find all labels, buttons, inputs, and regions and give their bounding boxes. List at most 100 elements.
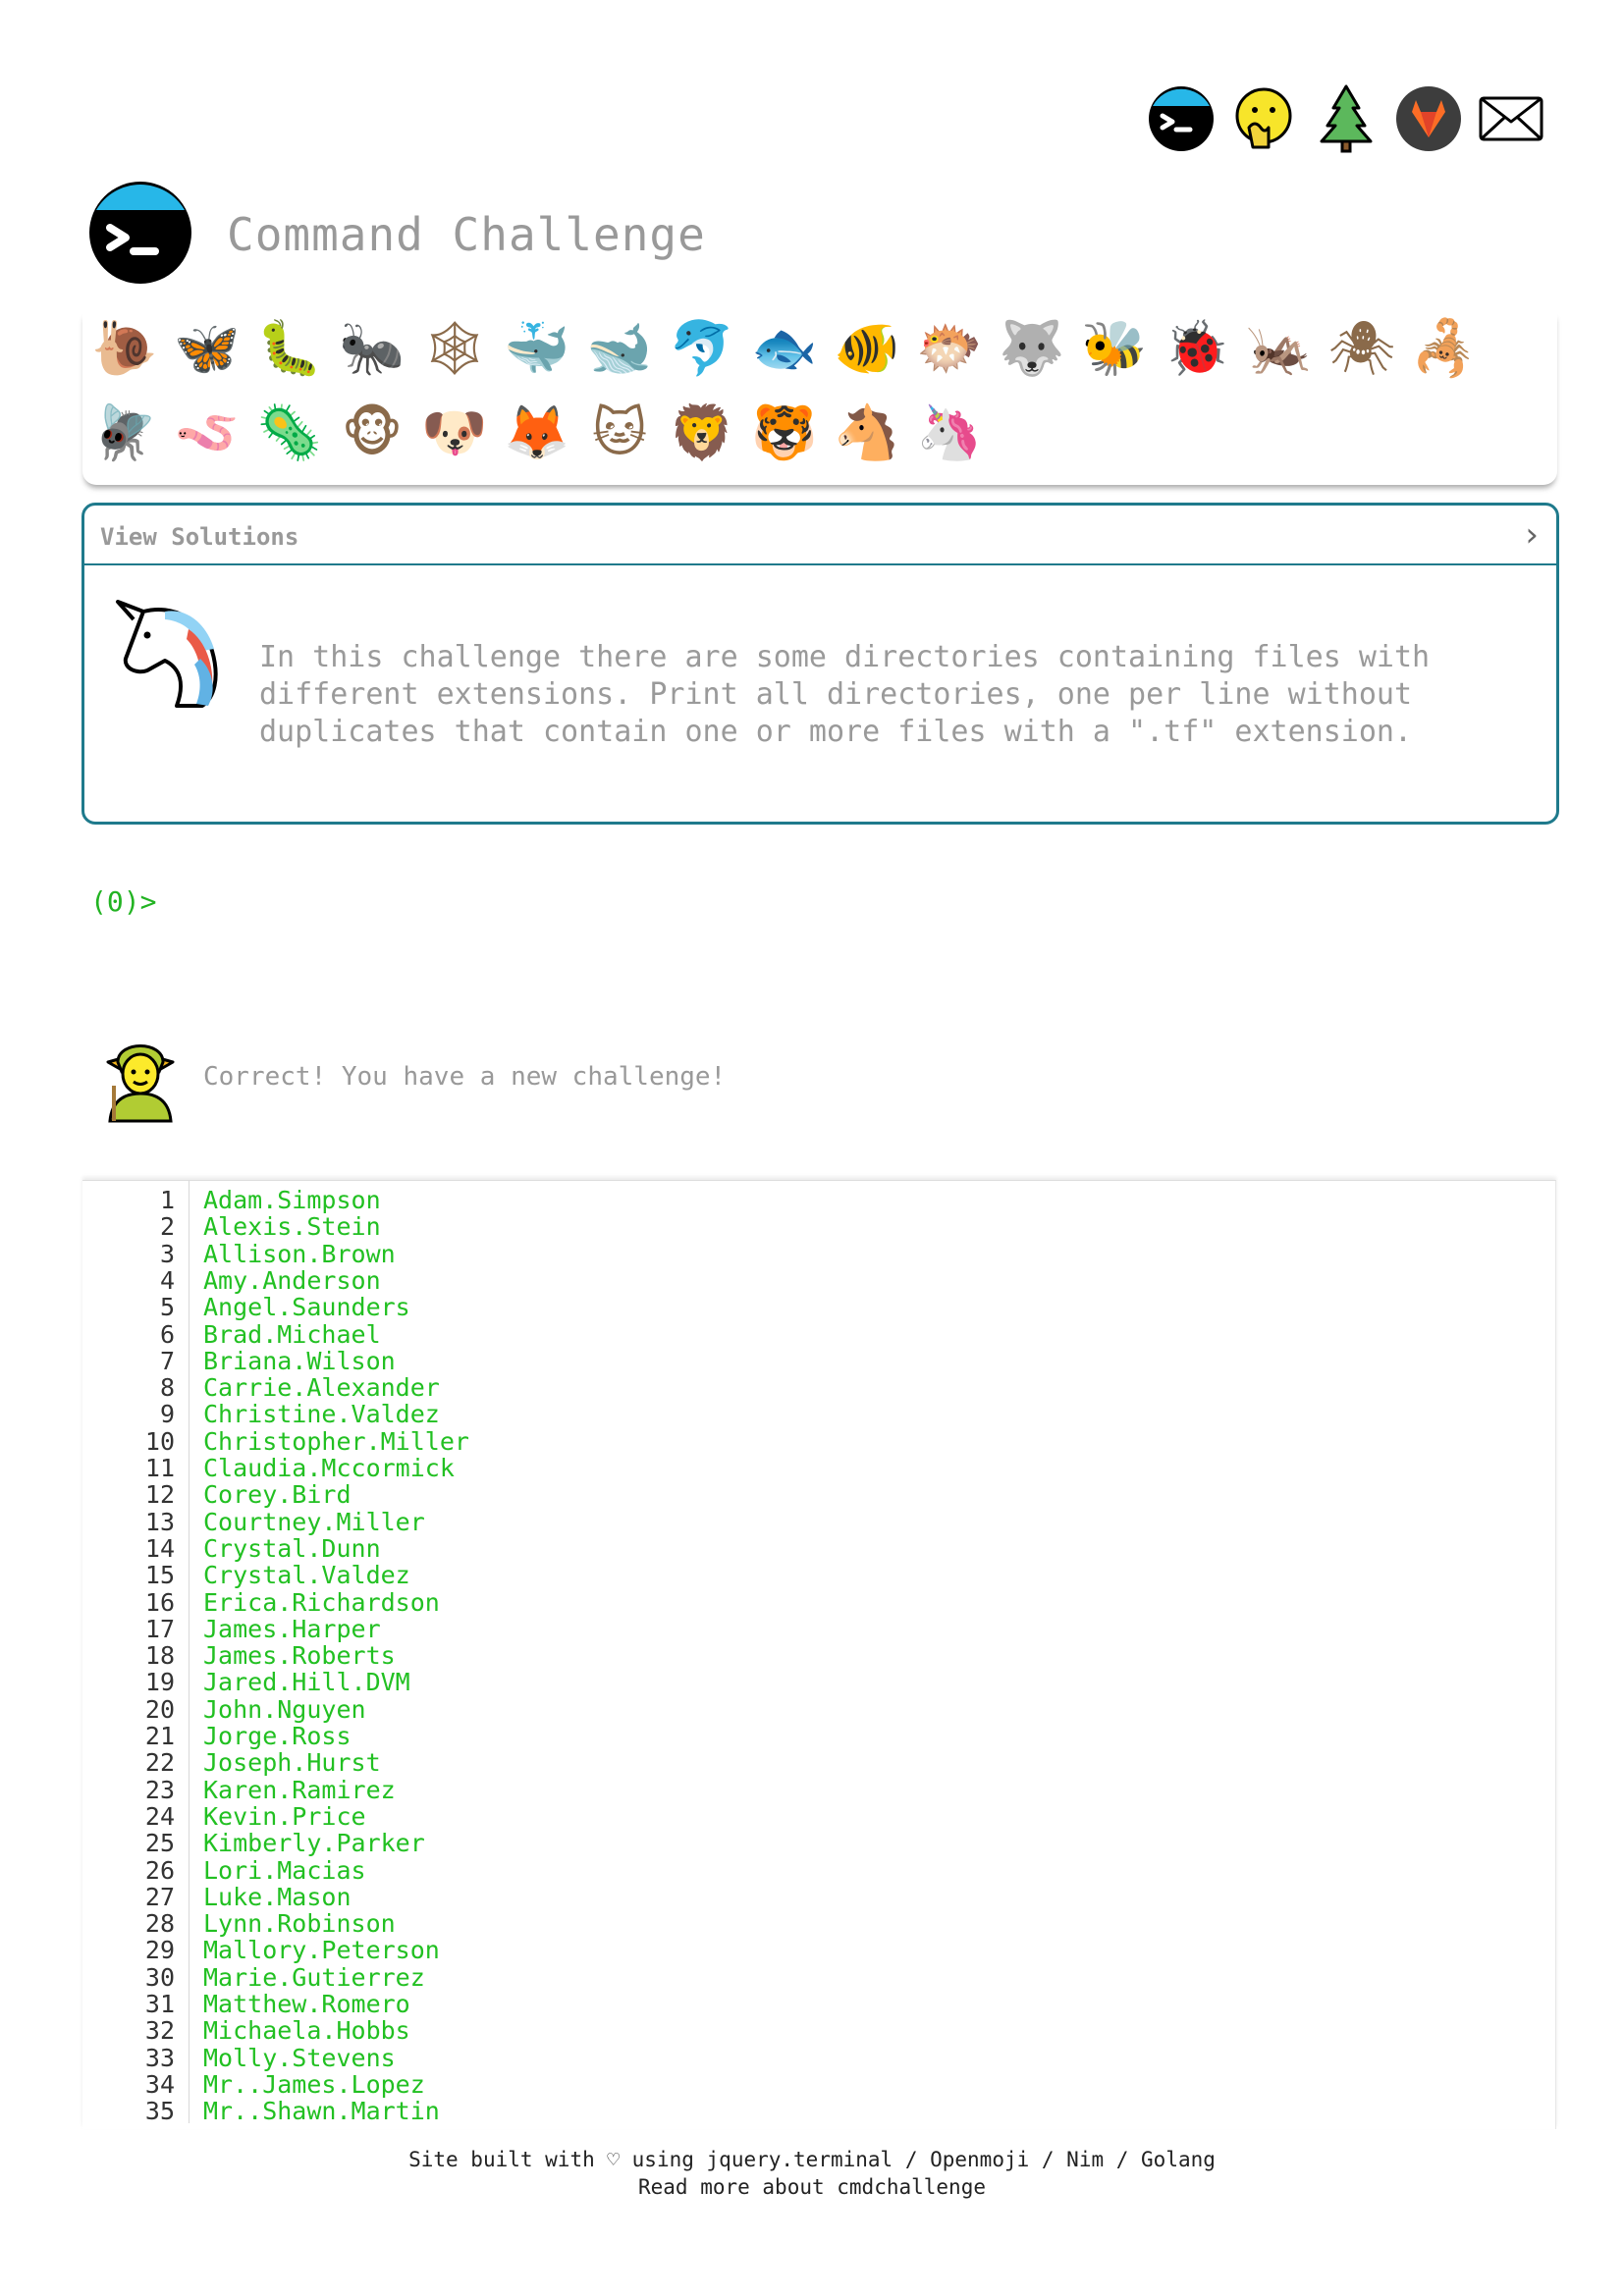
dog-icon[interactable]: 🐶 xyxy=(418,397,491,469)
line-value: James.Harper xyxy=(203,1614,381,1643)
output-line: 16 Erica.Richardson xyxy=(82,1589,1555,1616)
line-value: Amy.Anderson xyxy=(203,1265,381,1295)
snail-icon[interactable]: 🐌 xyxy=(88,312,161,385)
line-number: 1 xyxy=(159,1186,175,1214)
status-message: Correct! You have a new challenge! xyxy=(203,1062,727,1092)
output-line: 35 Mr..Shawn.Martin xyxy=(82,2098,1555,2123)
line-value: Mr..James.Lopez xyxy=(203,2069,425,2099)
output-line: 11 Claudia.Mccormick xyxy=(82,1455,1555,1481)
line-value: Alexis.Stein xyxy=(203,1212,381,1242)
chevron-right-icon[interactable]: › xyxy=(1525,515,1539,555)
line-value: Corey.Bird xyxy=(203,1480,352,1510)
line-number: 22 xyxy=(144,1748,175,1778)
worm-icon[interactable]: 🪱 xyxy=(171,397,244,469)
output-line: 25 Kimberly.Parker xyxy=(82,1830,1555,1856)
footer-about-link[interactable]: Read more about cmdchallenge xyxy=(0,2173,1624,2201)
command-output[interactable]: 1 Adam.Simpson 2 Alexis.Stein 3 Allison.Brown… xyxy=(82,1180,1556,2129)
output-line: 23 Karen.Ramirez xyxy=(82,1777,1555,1803)
output-line: 31 Matthew.Romero xyxy=(82,1991,1555,2017)
output-lines: 1 Adam.Simpson 2 Alexis.Stein 3 Allison.Brown… xyxy=(82,1181,1555,2123)
gitlab-icon[interactable] xyxy=(1394,84,1463,153)
butterfly-icon[interactable]: 🦋 xyxy=(171,312,244,385)
face-with-hand-over-mouth-icon[interactable] xyxy=(1229,84,1298,153)
blowfish-icon[interactable]: 🐡 xyxy=(913,312,986,385)
bee-icon[interactable]: 🐝 xyxy=(1078,312,1151,385)
cat-icon[interactable]: 🐱 xyxy=(583,397,656,469)
challenge-panel: View Solutions › In this challenge there… xyxy=(81,503,1559,825)
unicorn-icon[interactable]: 🦄 xyxy=(913,397,986,469)
fly-icon[interactable]: 🪰 xyxy=(88,397,161,469)
line-number: 34 xyxy=(144,2069,175,2099)
challenge-progress-grid: 🐌 🦋 🐛 🐜 🕸 🐳 🐋 🐬 🐟 🐠 🐡 🐺 🐝 🐞 🦗 🕷 🦂 🪰 🪱 🦠 🐵 🐶 🦊 🐱 🦁 🐯 🐴 🦄 xyxy=(82,312,1557,485)
tropical-fish-icon[interactable]: 🐠 xyxy=(831,312,903,385)
line-value: Karen.Ramirez xyxy=(203,1775,396,1804)
ant-icon[interactable]: 🐜 xyxy=(336,312,408,385)
line-value: Crystal.Valdez xyxy=(203,1561,410,1590)
lion-icon[interactable]: 🦁 xyxy=(666,397,738,469)
terminal-prompt[interactable]: (0)> xyxy=(90,885,156,918)
line-number: 29 xyxy=(144,1936,175,1965)
whale-icon[interactable]: 🐋 xyxy=(583,312,656,385)
line-value: Carrie.Alexander xyxy=(203,1373,440,1403)
line-number: 10 xyxy=(144,1426,175,1456)
horse-icon[interactable]: 🐴 xyxy=(831,397,903,469)
line-value: Erica.Richardson xyxy=(203,1587,440,1617)
line-number: 23 xyxy=(144,1775,175,1804)
envelope-icon[interactable] xyxy=(1477,84,1545,153)
line-number: 33 xyxy=(144,2043,175,2072)
footer: Site built with ♡ using jquery.terminal … xyxy=(0,2146,1624,2201)
output-line: 33 Molly.Stevens xyxy=(82,2045,1555,2071)
line-number: 19 xyxy=(144,1668,175,1697)
line-value: Matthew.Romero xyxy=(203,1990,410,2018)
microbe-icon[interactable]: 🦠 xyxy=(253,397,326,469)
output-line: 28 Lynn.Robinson xyxy=(82,1910,1555,1937)
fish-icon[interactable]: 🐟 xyxy=(748,312,821,385)
output-line: 21 Jorge.Ross xyxy=(82,1723,1555,1749)
line-number: 26 xyxy=(144,1855,175,1885)
ladybug-icon[interactable]: 🐞 xyxy=(1161,312,1233,385)
line-number: 24 xyxy=(144,1801,175,1831)
line-number: 9 xyxy=(159,1400,175,1429)
line-value: Brad.Michael xyxy=(203,1319,381,1349)
wolf-icon[interactable]: 🐺 xyxy=(996,312,1068,385)
line-number: 2 xyxy=(159,1212,175,1242)
fox-icon[interactable]: 🦊 xyxy=(501,397,573,469)
tiger-icon[interactable]: 🐯 xyxy=(748,397,821,469)
output-line: 26 Lori.Macias xyxy=(82,1857,1555,1884)
line-value: Christopher.Miller xyxy=(203,1426,469,1456)
output-line: 4 Amy.Anderson xyxy=(82,1267,1555,1294)
line-value: Lori.Macias xyxy=(203,1855,366,1885)
animal-row-1: 🐌 🦋 🐛 🐜 🕸 🐳 🐋 🐬 🐟 🐠 🐡 🐺 🐝 🐞 🦗 🕷 🦂 xyxy=(88,312,1490,385)
spouting-whale-icon[interactable]: 🐳 xyxy=(501,312,573,385)
line-number: 6 xyxy=(159,1319,175,1349)
terminal-logo-icon[interactable] xyxy=(88,181,192,285)
output-line: 29 Mallory.Peterson xyxy=(82,1937,1555,1963)
output-line: 17 James.Harper xyxy=(82,1616,1555,1642)
line-number: 17 xyxy=(144,1614,175,1643)
line-number: 18 xyxy=(144,1641,175,1671)
line-number: 20 xyxy=(144,1694,175,1724)
evergreen-tree-icon[interactable] xyxy=(1312,84,1380,153)
line-number: 31 xyxy=(144,1990,175,2018)
line-value: Marie.Gutierrez xyxy=(203,1962,425,1992)
dolphin-icon[interactable]: 🐬 xyxy=(666,312,738,385)
footer-credits[interactable]: Site built with ♡ using jquery.terminal … xyxy=(0,2146,1624,2173)
line-number: 5 xyxy=(159,1293,175,1322)
line-value: James.Roberts xyxy=(203,1641,396,1671)
spider-web-icon[interactable]: 🕸 xyxy=(418,312,491,385)
output-line: 8 Carrie.Alexander xyxy=(82,1374,1555,1401)
view-solutions-label[interactable]: View Solutions xyxy=(100,523,298,551)
output-line: 18 James.Roberts xyxy=(82,1642,1555,1669)
view-solutions-header[interactable]: View Solutions › xyxy=(84,506,1556,565)
unicorn-icon xyxy=(116,600,218,708)
monkey-icon[interactable]: 🐵 xyxy=(336,397,408,469)
terminal-icon[interactable] xyxy=(1147,84,1216,153)
line-value: Courtney.Miller xyxy=(203,1507,425,1536)
line-value: Kevin.Price xyxy=(203,1801,366,1831)
line-value: Molly.Stevens xyxy=(203,2043,396,2072)
cricket-icon[interactable]: 🦗 xyxy=(1243,312,1316,385)
caterpillar-icon[interactable]: 🐛 xyxy=(253,312,326,385)
spider-icon[interactable]: 🕷 xyxy=(1326,312,1398,385)
line-value: Claudia.Mccormick xyxy=(203,1454,455,1482)
scorpion-icon[interactable]: 🦂 xyxy=(1408,312,1481,385)
